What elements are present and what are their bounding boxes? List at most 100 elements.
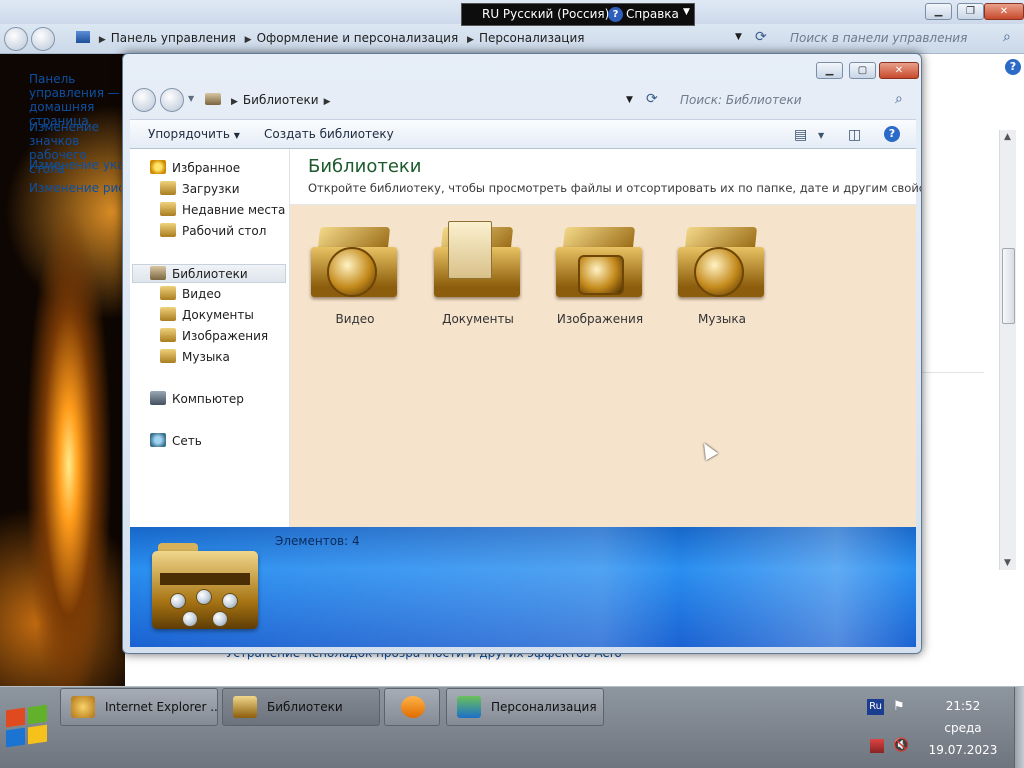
scrollbar-thumb[interactable]	[1002, 248, 1015, 324]
breadcrumb-item[interactable]: Оформление и персонализация	[257, 31, 459, 45]
chevron-down-icon: ▼	[233, 131, 240, 140]
breadcrumb-item[interactable]: Панель управления	[111, 31, 236, 45]
taskbar-button-libraries[interactable]: Библиотеки	[222, 688, 380, 726]
forward-arrow-icon[interactable]	[31, 27, 55, 51]
libraries-content: Библиотеки Откройте библиотеку, чтобы пр…	[290, 149, 921, 527]
system-tray: Ru ⚑ 🔇 21:52 среда 19.07.2023	[860, 687, 1024, 768]
taskbar-button-internet-explorer[interactable]: Internet Explorer ...	[60, 688, 218, 726]
library-tile-music[interactable]: Музыка	[667, 217, 777, 327]
back-arrow-icon[interactable]	[132, 88, 156, 112]
nav-label: Видео	[182, 287, 222, 301]
nav-computer[interactable]: Компьютер	[150, 390, 244, 409]
breadcrumb-item[interactable]: Библиотеки	[243, 93, 319, 107]
help-icon[interactable]: ?	[1005, 59, 1021, 75]
taskbar-label: Internet Explorer ...	[105, 700, 218, 714]
search-icon[interactable]: ⌕	[895, 91, 903, 107]
folder-icon	[160, 181, 176, 195]
taskbar-button-media-player[interactable]	[384, 688, 440, 726]
library-label: Документы	[442, 312, 514, 326]
explorer-search-input[interactable]: Поиск: Библиотеки	[680, 93, 802, 107]
library-tile-documents[interactable]: Документы	[423, 217, 533, 327]
clock-day[interactable]: среда	[918, 721, 1008, 735]
clock-time[interactable]: 21:52	[918, 699, 1008, 713]
page-subtitle: Откройте библиотеку, чтобы просмотреть ф…	[308, 181, 922, 195]
refresh-icon[interactable]: ⟳	[646, 91, 658, 107]
organize-button[interactable]: Упорядочить ▼	[148, 127, 240, 141]
nav-video[interactable]: Видео	[160, 285, 221, 304]
network-icon	[150, 433, 166, 447]
language-indicator[interactable]: Ru	[867, 699, 884, 715]
vertical-scrollbar[interactable]: ▲ ▼	[999, 130, 1016, 570]
maximize-button[interactable]: ▢	[849, 62, 876, 79]
language-selector[interactable]: RU Русский (Россия)	[482, 7, 609, 21]
minimize-button[interactable]: ▁	[925, 3, 952, 20]
scroll-down-icon[interactable]: ▼	[1004, 558, 1011, 568]
nav-recent-places[interactable]: Недавние места	[160, 201, 285, 220]
computer-icon	[150, 391, 166, 405]
new-library-button[interactable]: Создать библиотеку	[264, 127, 394, 141]
nav-images[interactable]: Изображения	[160, 327, 268, 346]
chevron-down-icon[interactable]: ▼	[818, 131, 824, 140]
clock-date[interactable]: 19.07.2023	[918, 743, 1008, 757]
recent-pages-icon[interactable]: ▼	[188, 94, 194, 103]
refresh-icon[interactable]: ⟳	[755, 29, 767, 45]
folder-icon	[160, 286, 176, 300]
nav-label: Компьютер	[172, 392, 244, 406]
network-status-icon[interactable]	[870, 739, 884, 753]
sidebar-link-mouse-pointers[interactable]: Изменение указателей мыши	[29, 158, 121, 172]
taskbar-label: Библиотеки	[267, 700, 343, 714]
restore-button[interactable]: ❐	[957, 3, 984, 20]
page-title: Библиотеки	[308, 156, 422, 177]
video-library-icon	[307, 217, 403, 307]
forward-arrow-icon[interactable]	[160, 88, 184, 112]
nav-libraries[interactable]: Библиотеки	[132, 264, 286, 283]
nav-label: Библиотеки	[172, 267, 248, 281]
library-tile-images[interactable]: Изображения	[545, 217, 655, 327]
preview-pane-icon[interactable]: ◫	[848, 127, 861, 143]
control-panel-breadcrumb: ▶ Панель управления ▶ Оформление и персона…	[76, 31, 585, 45]
control-panel-icon	[76, 31, 90, 43]
taskbar: Internet Explorer ... Библиотеки Персона…	[0, 686, 1024, 768]
control-panel-content: ▲ ▼	[922, 54, 1024, 686]
chevron-down-icon[interactable]: ▼	[683, 7, 690, 17]
nav-desktop[interactable]: Рабочий стол	[160, 222, 266, 241]
libraries-window: ▁ ▢ ✕ ▼ ▶ Библиотеки ▶ ▼ ⟳ Поиск: Библиоте…	[122, 53, 922, 654]
taskbar-button-personalization[interactable]: Персонализация	[446, 688, 604, 726]
item-count: Элементов: 4	[275, 534, 360, 548]
show-desktop-button[interactable]	[1014, 687, 1024, 768]
nav-network[interactable]: Сеть	[150, 432, 202, 451]
chevron-down-icon[interactable]: ▼	[626, 95, 633, 105]
library-icon	[205, 93, 221, 105]
library-label: Видео	[335, 312, 375, 326]
folder-icon	[160, 223, 176, 237]
personalization-icon	[457, 696, 481, 718]
help-icon[interactable]: ?	[884, 126, 900, 142]
folder-icon	[160, 349, 176, 363]
nav-documents[interactable]: Документы	[160, 306, 254, 325]
minimize-button[interactable]: ▁	[816, 62, 843, 79]
search-icon[interactable]: ⌕	[1003, 29, 1011, 45]
back-arrow-icon[interactable]	[4, 27, 28, 51]
breadcrumb-item[interactable]: Персонализация	[479, 31, 585, 45]
explorer-breadcrumb: ▶ Библиотеки ▶	[231, 93, 331, 107]
sidebar-link-account-picture[interactable]: Изменение рисунка учетной записи	[29, 181, 121, 195]
flag-icon[interactable]: ⚑	[893, 699, 905, 714]
close-button[interactable]: ✕	[879, 62, 919, 79]
nav-favorites[interactable]: Избранное	[150, 159, 240, 178]
library-tile-video[interactable]: Видео	[300, 217, 410, 327]
windows-logo-icon[interactable]	[2, 701, 52, 751]
scroll-up-icon[interactable]: ▲	[1004, 132, 1011, 142]
folder-icon	[160, 202, 176, 216]
nav-downloads[interactable]: Загрузки	[160, 180, 240, 199]
help-icon[interactable]: ?	[608, 7, 623, 22]
nav-music[interactable]: Музыка	[160, 348, 230, 367]
documents-library-icon	[430, 217, 526, 307]
language-bar-help[interactable]: Справка	[626, 7, 679, 21]
nav-label: Музыка	[182, 350, 230, 364]
library-label: Изображения	[556, 312, 644, 326]
control-panel-search-input[interactable]: Поиск в панели управления	[790, 31, 967, 45]
close-button[interactable]: ✕	[984, 3, 1024, 20]
view-options-icon[interactable]: ▤	[794, 127, 807, 143]
chevron-down-icon[interactable]: ▼	[735, 32, 742, 42]
speaker-muted-icon[interactable]: 🔇	[893, 738, 909, 753]
